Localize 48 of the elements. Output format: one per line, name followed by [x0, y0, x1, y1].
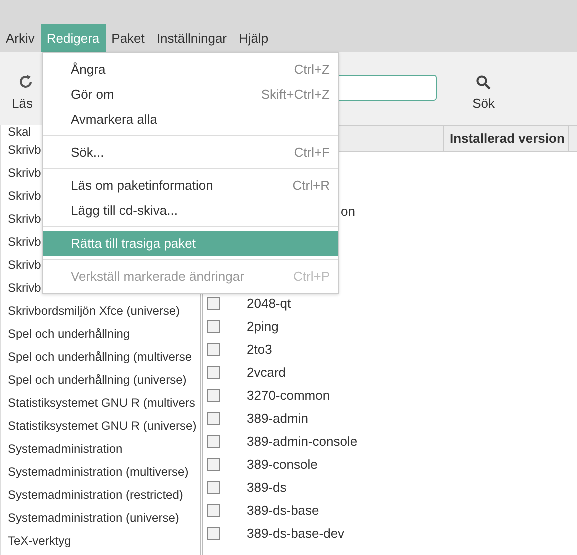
- checkbox[interactable]: [207, 320, 220, 333]
- checkbox[interactable]: [207, 504, 220, 517]
- package-name: 2ping: [247, 319, 279, 334]
- checkbox[interactable]: [207, 458, 220, 471]
- category-item[interactable]: Spel och underhållning: [1, 323, 200, 346]
- category-item[interactable]: Spel och underhållning (multiverse: [1, 346, 200, 369]
- checkbox[interactable]: [207, 389, 220, 402]
- reload-label[interactable]: Läs: [12, 96, 33, 111]
- category-item[interactable]: TeX-verktyg: [1, 530, 200, 553]
- menu-item[interactable]: Hjälp: [233, 24, 275, 52]
- category-item[interactable]: Statistiksystemet GNU R (multivers: [1, 392, 200, 415]
- category-item[interactable]: Systemadministration (universe): [1, 507, 200, 530]
- menu-item[interactable]: Inställningar: [150, 24, 234, 52]
- menu-item[interactable]: Paket: [106, 24, 151, 52]
- checkbox[interactable]: [207, 412, 220, 425]
- package-name: 389-console: [247, 457, 318, 472]
- category-item[interactable]: Systemadministration (restricted): [1, 484, 200, 507]
- menu-item[interactable]: Arkiv: [0, 24, 41, 52]
- checkbox[interactable]: [207, 297, 220, 310]
- checkbox[interactable]: [207, 527, 220, 540]
- search-label[interactable]: Sök: [472, 96, 495, 110]
- package-name: 2to3: [247, 342, 272, 357]
- package-name: on: [341, 204, 356, 219]
- menu-item[interactable]: Avmarkera alla: [43, 107, 338, 132]
- package-name: 389-admin: [247, 411, 308, 426]
- package-name: 389-ds-base-dev: [247, 526, 345, 541]
- category-item[interactable]: Skrivbordsmiljön Xfce (universe): [1, 300, 200, 323]
- package-name: 2vcard: [247, 365, 286, 380]
- checkbox[interactable]: [207, 435, 220, 448]
- menu-item[interactable]: Sök... Ctrl+F: [43, 140, 338, 165]
- menu-item[interactable]: Läs om paketinformation Ctrl+R: [43, 173, 338, 198]
- category-item[interactable]: Spel och underhållning (universe): [1, 369, 200, 392]
- package-name: 389-ds: [247, 480, 287, 495]
- search-icon[interactable]: [476, 74, 492, 90]
- menu-item[interactable]: Ångra Ctrl+Z: [43, 57, 338, 82]
- category-item[interactable]: Systemadministration (multiverse): [1, 461, 200, 484]
- package-name: 3270-common: [247, 388, 330, 403]
- package-name: 389-admin-console: [247, 434, 358, 449]
- checkbox[interactable]: [207, 481, 220, 494]
- checkbox[interactable]: [207, 366, 220, 379]
- category-item[interactable]: Systemadministration: [1, 438, 200, 461]
- checkbox[interactable]: [207, 343, 220, 356]
- menu-item[interactable]: Lägg till cd-skiva...: [43, 198, 338, 223]
- reload-icon[interactable]: [18, 74, 34, 90]
- package-name: 389-ds-base: [247, 503, 320, 518]
- menu-item[interactable]: Gör om Skift+Ctrl+Z: [43, 82, 338, 107]
- category-item[interactable]: Statistiksystemet GNU R (universe): [1, 415, 200, 438]
- package-name: 2048-qt: [247, 296, 292, 311]
